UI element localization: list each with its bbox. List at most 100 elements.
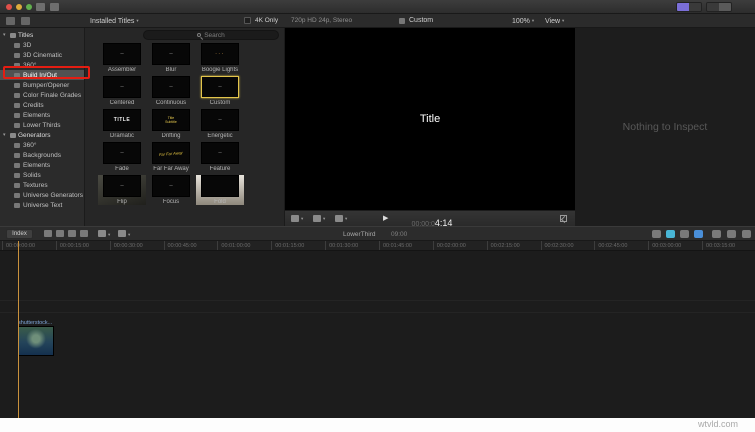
title-thumbnail[interactable]: – — [152, 43, 190, 65]
thumbnail-preview: TITLE — [113, 117, 131, 123]
title-item-drifting[interactable]: Title Subtitle Drifting — [147, 109, 195, 139]
title-item-feature[interactable]: – Feature — [196, 142, 244, 172]
title-thumbnail[interactable] — [201, 175, 239, 197]
sidebar-item-solids[interactable]: Solids — [0, 170, 84, 180]
4k-only-checkbox[interactable] — [244, 17, 251, 24]
title-item-fold[interactable]: Fold — [196, 175, 244, 205]
timeline-ruler[interactable]: 00:00:00:00 00:00:15:00 00:00:30:00 00:00:4… — [0, 241, 755, 251]
retime-tools-icon[interactable] — [313, 215, 321, 222]
sidebar-item-universe-text[interactable]: Universe Text — [0, 200, 84, 210]
solo-icon[interactable] — [680, 230, 689, 238]
title-item-energetic[interactable]: – Energetic — [196, 109, 244, 139]
clip-label-icon[interactable] — [80, 230, 88, 237]
clip-waveform-icon[interactable] — [68, 230, 76, 237]
title-item-boogie-lights[interactable]: ∙∙∙ Boogie Lights — [196, 43, 244, 73]
title-thumbnail[interactable]: TITLE — [103, 109, 141, 131]
sidebar-item-elements[interactable]: Elements — [0, 160, 84, 170]
viewer-view-menu[interactable]: View ▾ — [545, 14, 564, 28]
viewer-canvas[interactable]: Title — [285, 28, 575, 210]
sidebar-item-universe-generators[interactable]: Universe Generators — [0, 190, 84, 200]
clip-appearance-icon[interactable] — [44, 230, 52, 237]
title-item-continuous[interactable]: – Continuous — [147, 76, 195, 106]
inspector-toggle-icon[interactable] — [719, 3, 731, 11]
play-button[interactable]: ▶ — [383, 215, 388, 223]
category-icon — [14, 172, 20, 178]
title-item-assembler[interactable]: – Assembler — [98, 43, 146, 73]
title-thumbnail[interactable]: – — [152, 76, 190, 98]
installed-titles-menu[interactable]: Installed Titles ▾ — [90, 14, 139, 28]
title-thumbnail[interactable]: – — [103, 76, 141, 98]
sidebar-item-3d-cinematic[interactable]: 3D Cinematic — [0, 50, 84, 60]
sidebar-item-lower-thirds[interactable]: Lower Thirds — [0, 120, 84, 130]
sidebar-item-360[interactable]: 360° — [0, 140, 84, 150]
titles-browser-toggle-icon[interactable] — [677, 3, 689, 11]
title-thumbnail[interactable]: Title Subtitle — [152, 109, 190, 131]
chevron-down-icon: ▾ — [301, 216, 304, 221]
audio-meters-icon[interactable] — [712, 230, 721, 238]
zoom-menu-icon[interactable] — [98, 230, 106, 237]
title-thumbnail[interactable]: – — [201, 109, 239, 131]
skimming-icon[interactable] — [652, 230, 661, 238]
viewer-toolbar: ▾ ▾ ▾ ▶ 00:00:04:14 — [285, 210, 575, 228]
title-thumbnail[interactable]: – — [103, 175, 141, 197]
title-item-dramatic[interactable]: TITLE Dramatic — [98, 109, 146, 139]
sidebar-section-generators[interactable]: ▾ Generators — [0, 130, 84, 140]
snapping-icon[interactable] — [694, 230, 703, 238]
title-thumbnail[interactable]: ∙∙∙ — [201, 43, 239, 65]
sidebar-section-titles[interactable]: ▾ Titles — [0, 30, 84, 40]
title-item-flip[interactable]: – Flip — [98, 175, 146, 205]
timeline-body[interactable]: shutterstock... — [0, 251, 755, 418]
disclosure-triangle-icon[interactable]: ▾ — [3, 132, 8, 138]
sidebar-item-build-in-out[interactable]: Build In/Out — [0, 70, 84, 80]
disclosure-triangle-icon[interactable]: ▾ — [3, 32, 8, 38]
minimize-button[interactable] — [16, 4, 22, 10]
zoom-button[interactable] — [26, 4, 32, 10]
search-input[interactable]: Search — [143, 30, 279, 40]
lane-divider — [0, 312, 755, 313]
timeline-toggle-icon[interactable] — [707, 3, 719, 11]
clip-thumbnail[interactable] — [18, 326, 54, 356]
fullscreen-icon[interactable] — [560, 215, 567, 222]
tool-menu-icon[interactable] — [118, 230, 126, 237]
title-thumbnail[interactable]: – — [201, 76, 239, 98]
title-thumbnail[interactable]: – — [103, 43, 141, 65]
effects-browser-icon[interactable] — [727, 230, 736, 238]
transitions-browser-icon[interactable] — [742, 230, 751, 238]
sidebar-item-backgrounds[interactable]: Backgrounds — [0, 150, 84, 160]
clip-filmstrip-icon[interactable] — [56, 230, 64, 237]
clip-media-icon[interactable] — [335, 215, 343, 222]
title-item-fade[interactable]: – Fade — [98, 142, 146, 172]
timeline-clip[interactable]: shutterstock... — [18, 320, 54, 356]
import-media-icon[interactable] — [36, 3, 45, 11]
viewer-zoom-menu[interactable]: 100% ▾ — [512, 14, 534, 28]
sidebar-item-elements[interactable]: Elements — [0, 110, 84, 120]
title-item-centered[interactable]: – Centered — [98, 76, 146, 106]
title-item-far-far-away[interactable]: Far Far Away Far Far Away — [147, 142, 195, 172]
view-options-icon[interactable] — [291, 215, 299, 222]
close-button[interactable] — [6, 4, 12, 10]
sidebar-item-credits[interactable]: Credits — [0, 100, 84, 110]
title-thumbnail[interactable]: – — [152, 175, 190, 197]
title-thumbnail[interactable]: Far Far Away — [152, 142, 190, 164]
sidebar-item-color-finale-grades[interactable]: Color Finale Grades — [0, 90, 84, 100]
media-sidebar-icon[interactable] — [21, 17, 30, 25]
title-item-focus[interactable]: – Focus — [147, 175, 195, 205]
sidebar-item-360[interactable]: 360° — [0, 60, 84, 70]
audio-skimming-icon[interactable] — [666, 230, 675, 238]
title-thumbnail[interactable]: – — [103, 142, 141, 164]
index-button[interactable]: Index — [6, 229, 33, 239]
title-item-blur[interactable]: – Blur — [147, 43, 195, 73]
section-label: Generators — [18, 131, 51, 139]
category-icon — [14, 202, 20, 208]
sidebar-toggle-icon[interactable] — [6, 17, 15, 25]
media-browser-toggle-icon[interactable] — [689, 3, 701, 11]
keyword-editor-icon[interactable] — [50, 3, 59, 11]
sidebar-item-bumper-opener[interactable]: Bumper/Opener — [0, 80, 84, 90]
sidebar-item-textures[interactable]: Textures — [0, 180, 84, 190]
timeline-project-name: LowerThird — [343, 231, 376, 238]
title-item-custom[interactable]: – Custom — [196, 76, 244, 106]
sidebar-item-3d[interactable]: 3D — [0, 40, 84, 50]
playhead[interactable] — [18, 241, 19, 418]
title-thumbnail[interactable]: – — [201, 142, 239, 164]
sidebar-item-label: Elements — [23, 161, 51, 169]
